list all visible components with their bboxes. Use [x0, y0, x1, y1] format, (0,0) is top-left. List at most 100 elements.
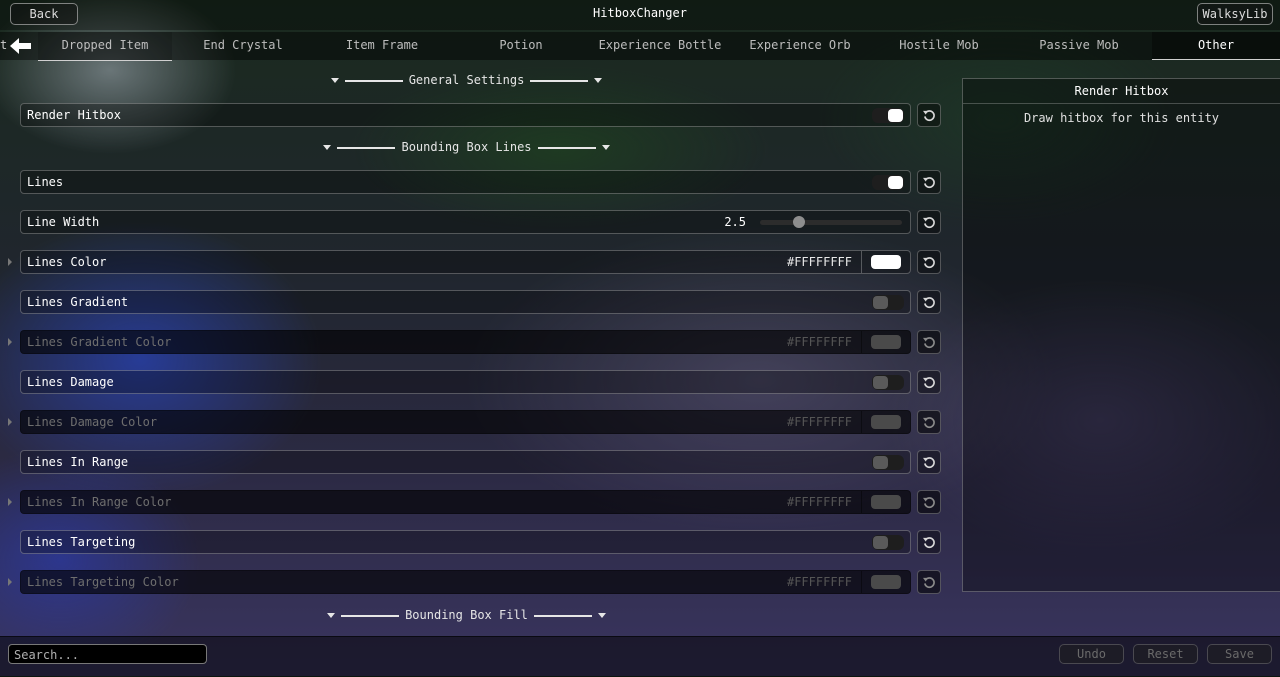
setting-lines-damage-color: Lines Damage Color #FFFFFFFF: [20, 410, 911, 434]
expand-arrow-icon[interactable]: [8, 498, 12, 506]
color-swatch: [871, 495, 901, 509]
section-general-settings[interactable]: General Settings: [20, 73, 913, 87]
reset-icon: [923, 217, 935, 229]
setting-render-hitbox[interactable]: Render Hitbox: [20, 103, 911, 127]
color-swatch: [871, 415, 901, 429]
setting-lines-targeting-color: Lines Targeting Color #FFFFFFFF: [20, 570, 911, 594]
setting-label: Render Hitbox: [27, 108, 121, 122]
reset-lines-color-button[interactable]: [917, 250, 941, 274]
setting-lines-gradient-color: Lines Gradient Color #FFFFFFFF: [20, 330, 911, 354]
reset-icon: [923, 497, 935, 509]
color-hex-value: #FFFFFFFF: [786, 335, 852, 349]
setting-lines-targeting[interactable]: Lines Targeting: [20, 530, 911, 554]
reset-icon: [923, 377, 935, 389]
chevron-down-icon: [327, 613, 336, 618]
reset-render-hitbox-button[interactable]: [917, 103, 941, 127]
reset-button[interactable]: Reset: [1133, 644, 1198, 664]
reset-line-width-button[interactable]: [917, 210, 941, 234]
setting-label: Lines Damage: [27, 375, 114, 389]
expand-arrow-icon[interactable]: [8, 258, 12, 266]
reset-icon: [923, 417, 935, 429]
tab-bar: t Dropped Item End Crystal Item Frame Po…: [0, 32, 1280, 61]
undo-button[interactable]: Undo: [1059, 644, 1124, 664]
tab-potion[interactable]: Potion: [453, 32, 589, 60]
save-button[interactable]: Save: [1207, 644, 1272, 664]
setting-label: Lines Targeting: [27, 535, 136, 549]
reset-lines-in-range-button[interactable]: [917, 450, 941, 474]
color-picker-button: [861, 571, 910, 593]
color-hex-value[interactable]: #FFFFFFFF: [787, 251, 852, 274]
reset-icon: [923, 177, 935, 189]
setting-label: Lines Damage Color: [27, 415, 158, 429]
expand-arrow-icon[interactable]: [8, 578, 12, 586]
reset-lines-damage-color-button[interactable]: [917, 410, 941, 434]
reset-lines-targeting-color-button[interactable]: [917, 570, 941, 594]
tab-hostile-mob[interactable]: Hostile Mob: [870, 32, 1008, 60]
expand-arrow-icon[interactable]: [8, 338, 12, 346]
tab-overflow-fragment: t: [0, 38, 8, 52]
tab-experience-orb[interactable]: Experience Orb: [731, 32, 869, 60]
color-picker-button: [861, 331, 910, 353]
setting-line-width[interactable]: Line Width 2.5: [20, 210, 911, 234]
tab-experience-bottle[interactable]: Experience Bottle: [592, 32, 728, 60]
chevron-down-icon: [323, 145, 332, 150]
tab-other[interactable]: Other: [1152, 32, 1280, 60]
panel-title: Render Hitbox: [963, 79, 1280, 104]
tab-passive-mob[interactable]: Passive Mob: [1010, 32, 1148, 60]
search-input[interactable]: [12, 646, 206, 664]
setting-label: Line Width: [27, 215, 100, 229]
color-picker-button[interactable]: [861, 251, 910, 273]
slider-thumb[interactable]: [793, 216, 805, 228]
section-bounding-box-fill[interactable]: Bounding Box Fill: [20, 608, 913, 622]
render-hitbox-toggle[interactable]: [872, 108, 904, 123]
reset-icon: [923, 537, 935, 549]
chevron-down-icon: [330, 78, 339, 83]
lines-damage-toggle[interactable]: [872, 375, 904, 390]
line-width-value: 2.5: [724, 215, 746, 229]
setting-lines-in-range[interactable]: Lines In Range: [20, 450, 911, 474]
arrow-left-icon[interactable]: [10, 37, 32, 55]
reset-icon: [923, 257, 935, 269]
reset-lines-damage-button[interactable]: [917, 370, 941, 394]
setting-lines-gradient[interactable]: Lines Gradient: [20, 290, 911, 314]
section-title: Bounding Box Fill: [405, 608, 528, 622]
expand-arrow-icon[interactable]: [8, 418, 12, 426]
setting-lines[interactable]: Lines: [20, 170, 911, 194]
lines-in-range-toggle[interactable]: [872, 455, 904, 470]
reset-lines-gradient-color-button[interactable]: [917, 330, 941, 354]
line-width-slider[interactable]: [760, 216, 902, 228]
color-hex-value: #FFFFFFFF: [786, 415, 852, 429]
reset-icon: [923, 110, 935, 122]
color-picker-button: [861, 411, 910, 433]
tab-end-crystal[interactable]: End Crystal: [175, 32, 311, 60]
reset-lines-targeting-button[interactable]: [917, 530, 941, 554]
lines-gradient-toggle[interactable]: [872, 295, 904, 310]
reset-icon: [923, 457, 935, 469]
reset-lines-in-range-color-button[interactable]: [917, 490, 941, 514]
section-title: Bounding Box Lines: [401, 140, 532, 154]
color-hex-value: #FFFFFFFF: [786, 495, 852, 509]
color-hex-value: #FFFFFFFF: [786, 575, 852, 589]
setting-label: Lines Targeting Color: [27, 575, 179, 589]
tab-item-frame[interactable]: Item Frame: [314, 32, 450, 60]
walksylib-button[interactable]: WalksyLib: [1197, 3, 1273, 25]
section-bounding-box-lines[interactable]: Bounding Box Lines: [20, 140, 913, 154]
reset-icon: [923, 297, 935, 309]
lines-targeting-toggle[interactable]: [872, 535, 904, 550]
color-picker-button: [861, 491, 910, 513]
tab-dropped-item[interactable]: Dropped Item: [38, 32, 172, 61]
reset-icon: [923, 577, 935, 589]
reset-lines-button[interactable]: [917, 170, 941, 194]
setting-label: Lines In Range: [27, 455, 129, 469]
lines-toggle[interactable]: [872, 175, 904, 190]
chevron-down-icon: [594, 78, 603, 83]
reset-lines-gradient-button[interactable]: [917, 290, 941, 314]
setting-label: Lines Color: [27, 255, 107, 269]
page-title: HitboxChanger: [593, 6, 687, 20]
search-field[interactable]: [8, 644, 207, 664]
chevron-down-icon: [601, 145, 610, 150]
setting-lines-damage[interactable]: Lines Damage: [20, 370, 911, 394]
color-swatch: [871, 255, 901, 269]
chevron-down-icon: [597, 613, 606, 618]
setting-lines-color[interactable]: Lines Color #FFFFFFFF: [20, 250, 911, 274]
